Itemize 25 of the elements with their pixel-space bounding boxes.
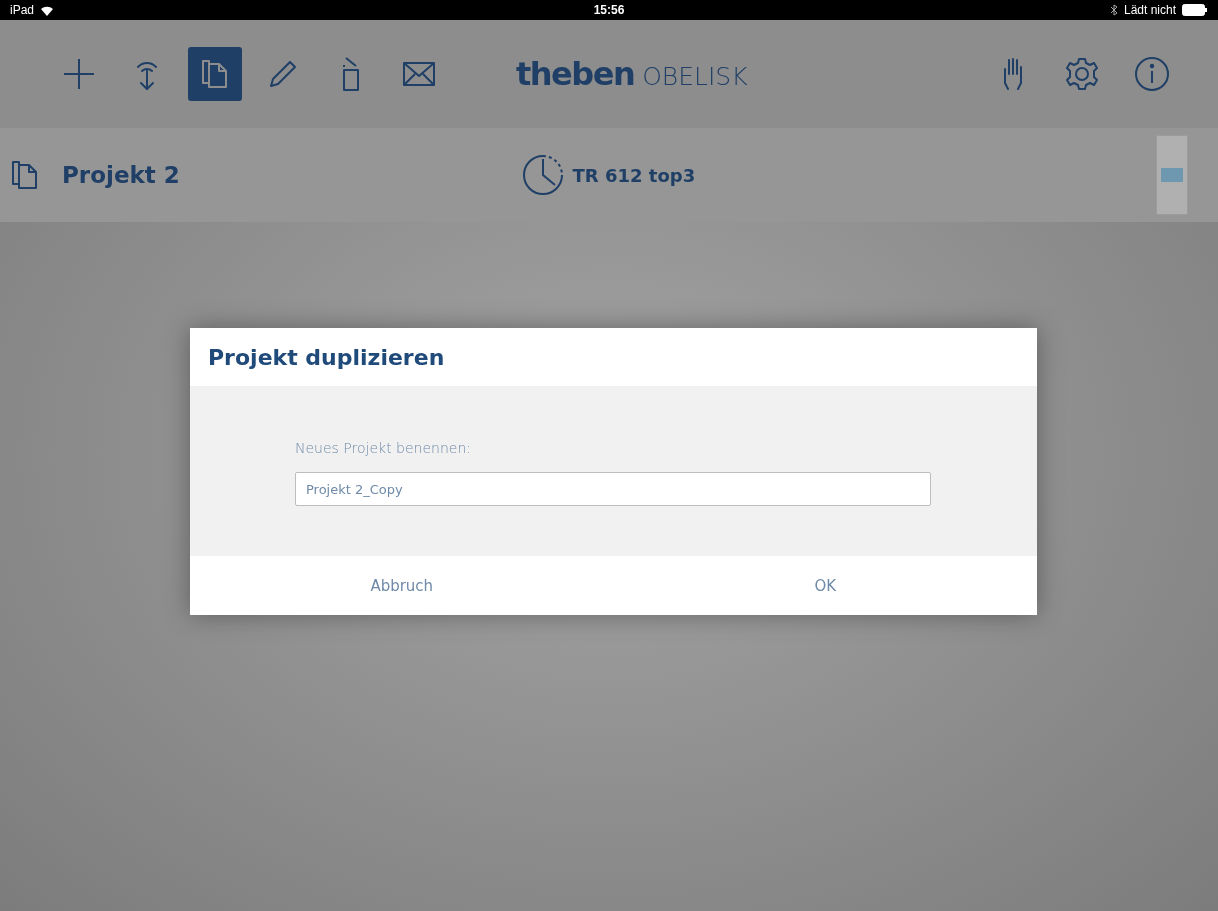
status-time: 15:56 <box>593 3 625 17</box>
product-name: OBELISK <box>642 62 748 91</box>
mail-icon <box>402 61 436 87</box>
device-name: iPad <box>10 3 35 17</box>
pencil-icon <box>268 59 298 89</box>
clock-icon <box>520 153 565 197</box>
input-field[interactable]: Projekt 2_Copy <box>295 472 931 506</box>
dialog-title: Projekt duplizieren <box>207 343 446 372</box>
battery-icon <box>1182 4 1208 16</box>
dialog-button[interactable]: OK <box>613 556 1037 615</box>
battery-status: Lädt nicht <box>1123 3 1176 17</box>
bin-icon <box>340 56 362 92</box>
copy-icon <box>200 58 230 90</box>
toolbar-button[interactable] <box>188 47 242 101</box>
dialog-button[interactable]: Abbruch <box>190 556 614 615</box>
info-icon <box>1134 56 1170 92</box>
device-model: TR 612 top3 <box>572 164 696 186</box>
settings-icon <box>1064 56 1100 92</box>
field-label: Neues Projekt benennen: <box>295 440 472 456</box>
brand-logo: theben <box>516 55 635 93</box>
plus-icon <box>62 57 96 91</box>
copy-icon <box>10 159 40 191</box>
project-name: Projekt 2 <box>62 162 180 188</box>
bluetooth-icon <box>1109 4 1118 16</box>
wifi-icon <box>40 4 55 16</box>
